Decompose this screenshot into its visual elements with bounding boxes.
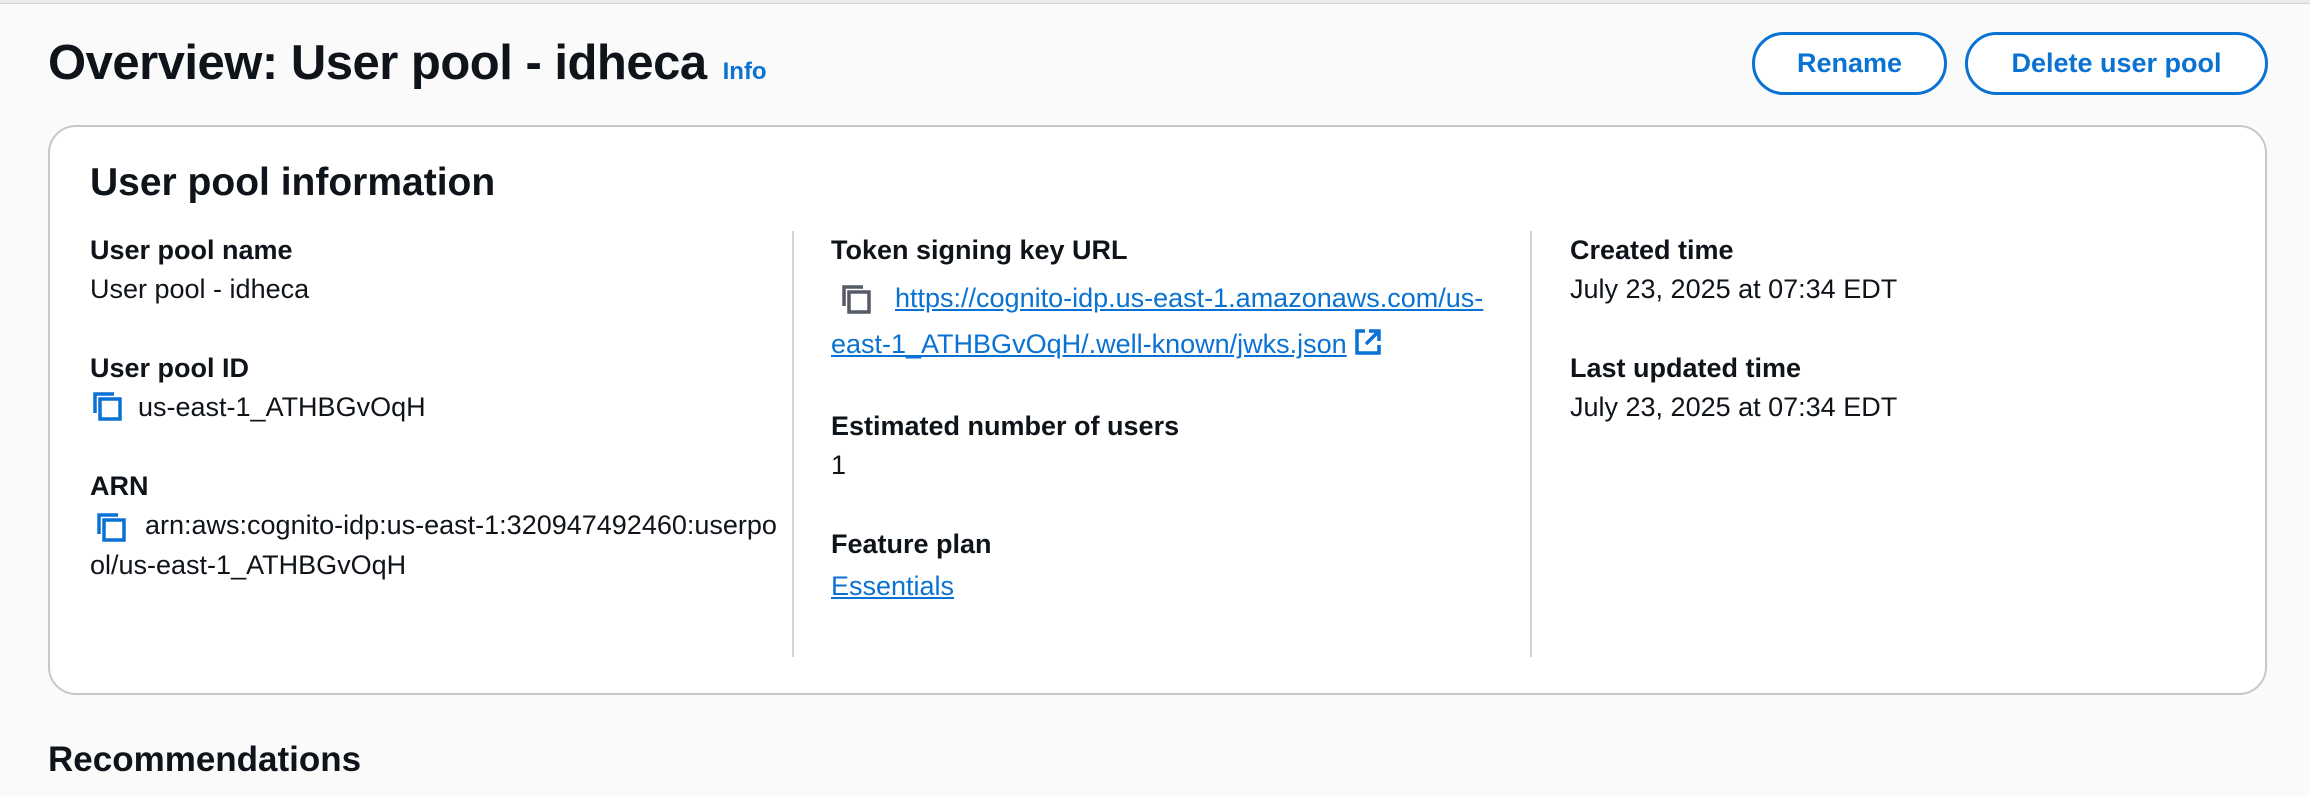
arn-field: ARN arn:aws:cognito-idp:us-east-1:320947…: [90, 467, 780, 585]
column-divider: [1530, 231, 1532, 657]
arn-row: arn:aws:cognito-idp:us-east-1:3209474924…: [90, 505, 780, 585]
user-pool-information-panel: User pool information User pool name Use…: [48, 125, 2267, 695]
column-divider: [792, 231, 794, 657]
delete-user-pool-button[interactable]: Delete user pool: [1965, 31, 2268, 95]
last-updated-time-field: Last updated time July 23, 2025 at 07:34…: [1570, 349, 2230, 427]
token-signing-key-url-link[interactable]: https://cognito-idp.us-east-1.amazonaws.…: [831, 283, 1483, 359]
estimated-users-label: Estimated number of users: [831, 411, 1180, 441]
copy-icon[interactable]: [839, 282, 875, 318]
details-column-3: Created time July 23, 2025 at 07:34 EDT …: [1570, 231, 2230, 467]
created-time-label: Created time: [1570, 235, 1734, 265]
token-url-row: https://cognito-idp.us-east-1.amazonaws.…: [831, 275, 1491, 367]
details-column-2: Token signing key URL https://cognito-id…: [831, 231, 1491, 649]
created-time-value: July 23, 2025 at 07:34 EDT: [1570, 274, 1898, 304]
user-pool-name-field: User pool name User pool - idheca: [90, 231, 780, 309]
feature-plan-label: Feature plan: [831, 529, 992, 559]
copy-icon[interactable]: [94, 510, 130, 546]
feature-plan-link[interactable]: Essentials: [831, 571, 954, 601]
last-updated-time-value: July 23, 2025 at 07:34 EDT: [1570, 392, 1898, 422]
rename-button[interactable]: Rename: [1752, 31, 1947, 95]
user-pool-id-field: User pool ID us-east-1_ATHBGvOqH: [90, 349, 780, 427]
panel-title: User pool information: [90, 161, 496, 204]
user-pool-name-value: User pool - idheca: [90, 274, 310, 304]
arn-value: arn:aws:cognito-idp:us-east-1:3209474924…: [90, 510, 777, 580]
created-time-field: Created time July 23, 2025 at 07:34 EDT: [1570, 231, 2230, 309]
copy-icon[interactable]: [90, 389, 126, 425]
estimated-users-value: 1: [831, 450, 847, 480]
header-actions: Rename Delete user pool: [1752, 31, 2268, 95]
info-link[interactable]: Info: [723, 58, 767, 86]
last-updated-time-label: Last updated time: [1570, 353, 1802, 383]
user-pool-name-label: User pool name: [90, 235, 293, 265]
top-rule: [0, 0, 2310, 4]
page-header: Overview: User pool - idheca Info Rename…: [48, 28, 2268, 98]
estimated-users-field: Estimated number of users 1: [831, 407, 1491, 485]
user-pool-id-row: us-east-1_ATHBGvOqH: [90, 387, 780, 427]
token-signing-key-url-label: Token signing key URL: [831, 235, 1128, 265]
title-wrap: Overview: User pool - idheca Info: [48, 35, 767, 91]
external-link-icon[interactable]: [1353, 327, 1383, 357]
user-pool-id-label: User pool ID: [90, 353, 250, 383]
arn-label: ARN: [90, 471, 149, 501]
user-pool-id-value: us-east-1_ATHBGvOqH: [138, 392, 426, 422]
recommendations-heading: Recommendations: [48, 740, 362, 779]
token-signing-key-url-field: Token signing key URL https://cognito-id…: [831, 231, 1491, 367]
page-title: Overview: User pool - idheca: [48, 36, 707, 90]
token-url-text: https://cognito-idp.us-east-1.amazonaws.…: [831, 275, 1491, 367]
details-column-1: User pool name User pool - idheca User p…: [90, 231, 780, 625]
feature-plan-field: Feature plan Essentials: [831, 525, 1491, 609]
